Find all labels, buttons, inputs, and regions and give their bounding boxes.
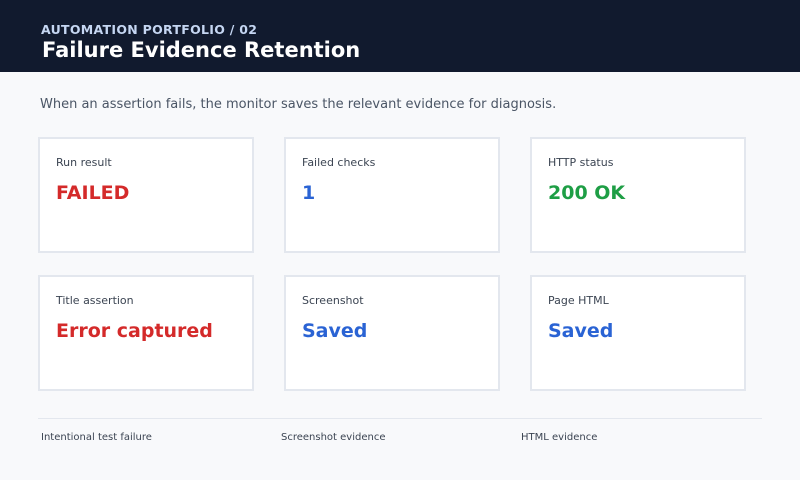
page-title: Failure Evidence Retention	[42, 38, 361, 62]
footer-item-html-evidence: HTML evidence	[521, 432, 598, 443]
title-assertion-card: Title assertion Error captured	[38, 275, 254, 391]
card-value: FAILED	[56, 182, 130, 204]
footer-item-screenshot-evidence: Screenshot evidence	[281, 432, 386, 443]
footer-divider	[38, 418, 762, 419]
card-label: HTTP status	[548, 156, 614, 169]
card-value: 200 OK	[548, 182, 626, 204]
card-value: Saved	[548, 320, 614, 342]
screenshot-card: Screenshot Saved	[284, 275, 500, 391]
card-value: Saved	[302, 320, 368, 342]
card-label: Failed checks	[302, 156, 376, 169]
http-status-card: HTTP status 200 OK	[530, 137, 746, 253]
card-label: Run result	[56, 156, 112, 169]
run-result-card: Run result FAILED	[38, 137, 254, 253]
page-header: AUTOMATION PORTFOLIO / 02 Failure Eviden…	[0, 0, 800, 72]
card-label: Screenshot	[302, 294, 364, 307]
breadcrumb: AUTOMATION PORTFOLIO / 02	[41, 22, 258, 37]
page-description: When an assertion fails, the monitor sav…	[40, 97, 557, 112]
card-label: Title assertion	[56, 294, 134, 307]
card-value: 1	[302, 182, 316, 204]
card-value: Error captured	[56, 320, 213, 342]
footer-item-test-failure: Intentional test failure	[41, 432, 152, 443]
failed-checks-card: Failed checks 1	[284, 137, 500, 253]
page-html-card: Page HTML Saved	[530, 275, 746, 391]
card-label: Page HTML	[548, 294, 609, 307]
